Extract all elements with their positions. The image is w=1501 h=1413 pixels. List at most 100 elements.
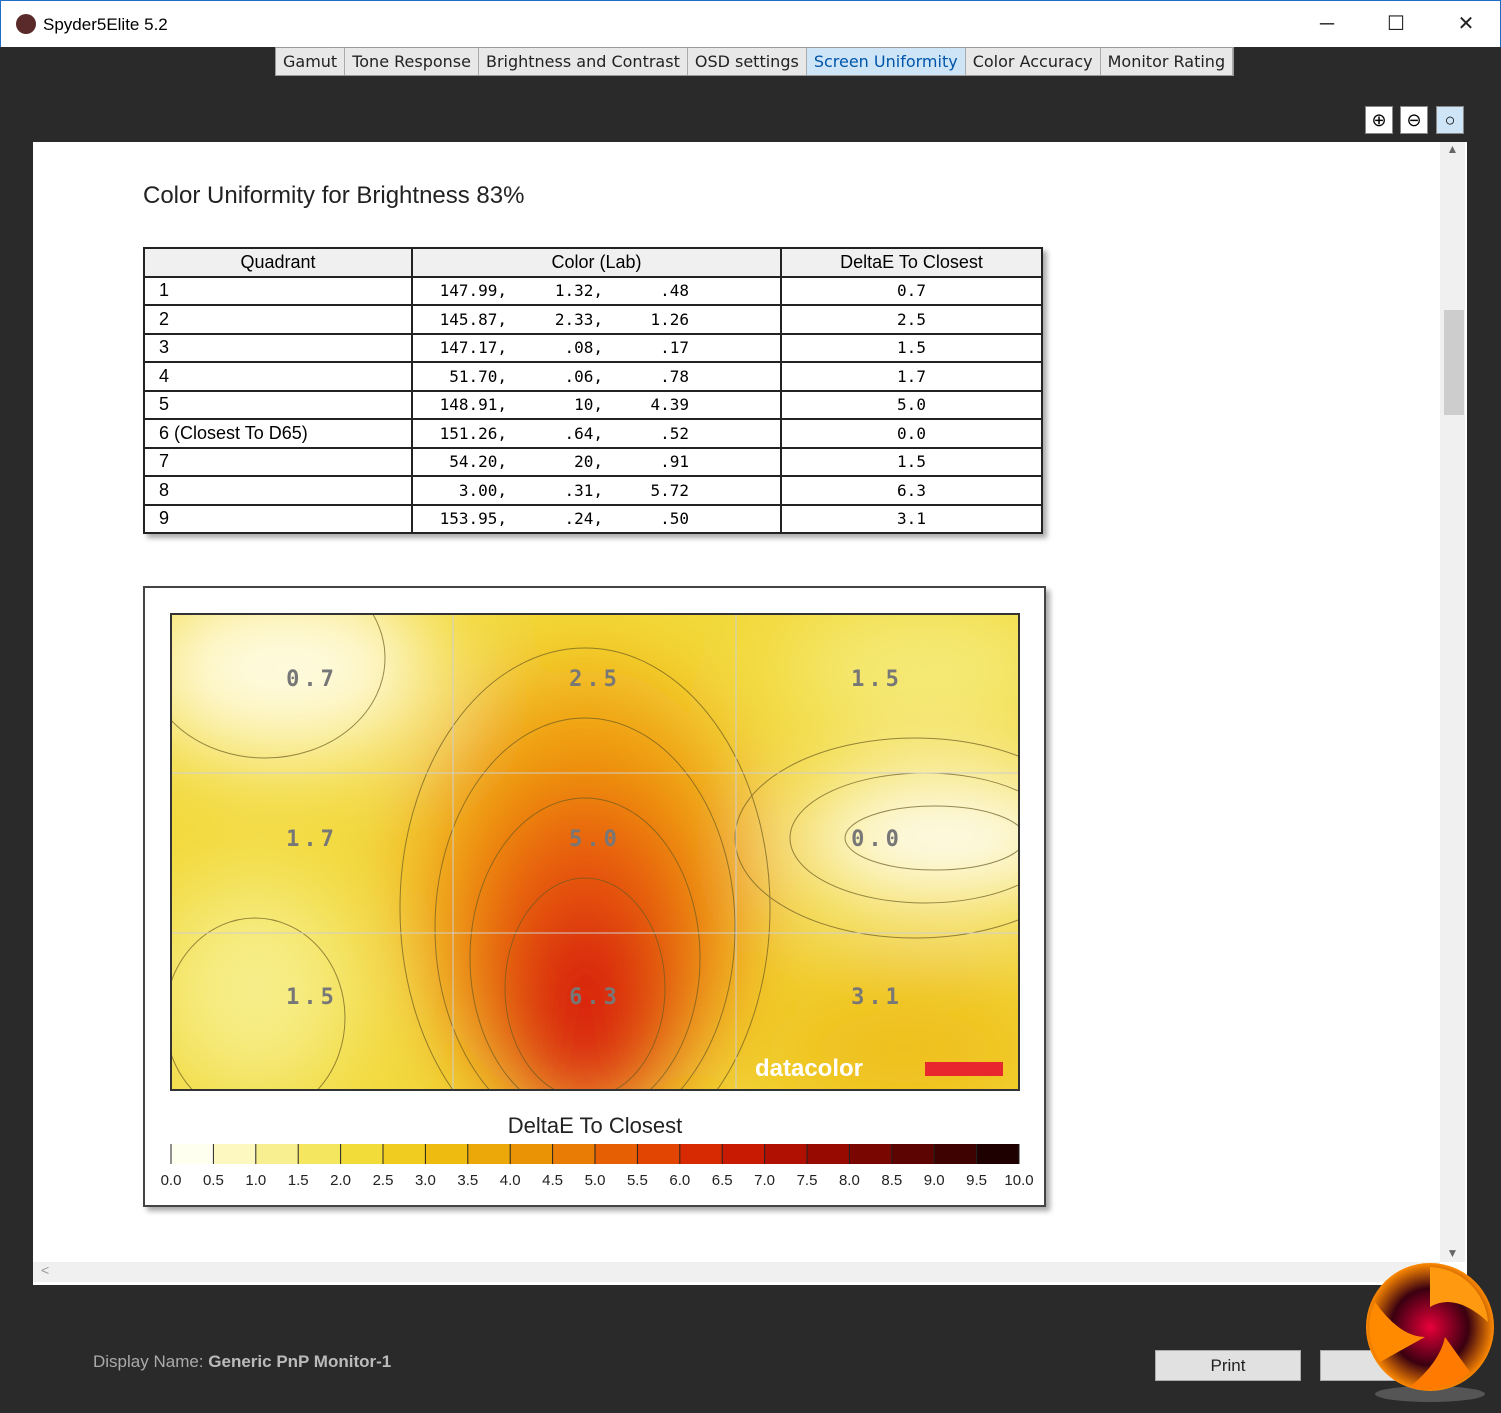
- display-name-value: Generic PnP Monitor-1: [208, 1352, 392, 1371]
- colorbar-tick-label: 1.5: [288, 1172, 309, 1189]
- colorbar-segment: [934, 1144, 978, 1164]
- deltae-cell: 3.1: [780, 503, 1043, 534]
- colorbar-tick-label: 4.0: [500, 1172, 521, 1189]
- zoom-in-icon[interactable]: ⊕: [1365, 106, 1393, 134]
- deltae-cell: 5.0: [780, 389, 1043, 420]
- colorbar-segment: [764, 1144, 808, 1164]
- lab-cell: 51.70, .06, .78: [411, 361, 782, 392]
- minimize-button[interactable]: ─: [1304, 9, 1350, 39]
- maximize-button[interactable]: ☐: [1373, 9, 1419, 39]
- colorbar-tick-label: 2.0: [330, 1172, 351, 1189]
- col-quadrant: Quadrant: [143, 247, 413, 278]
- scrollbar-thumb[interactable]: [1444, 310, 1464, 415]
- lab-cell: 3.00, .31, 5.72: [411, 475, 782, 506]
- cell-value-label: 1.5: [851, 667, 903, 692]
- colorbar-segment: [383, 1144, 426, 1164]
- colorbar-tick-label: 1.0: [245, 1172, 266, 1189]
- report-heading: Color Uniformity for Brightness 83%: [143, 182, 525, 209]
- close-button[interactable]: ✕: [1443, 9, 1489, 39]
- lab-a: .64,: [564, 423, 603, 443]
- cell-value-label: 5.0: [569, 827, 621, 852]
- horizontal-scrollbar[interactable]: <: [33, 1262, 1440, 1282]
- deltae-cell: 6.3: [780, 475, 1043, 506]
- lab-b: .48: [660, 281, 689, 301]
- lab-l: 147.17,: [439, 338, 507, 358]
- print-button[interactable]: Print: [1155, 1350, 1301, 1381]
- lab-l: 54.20,: [449, 452, 507, 472]
- table-row: 5 148.91, 10, 4.39 5.0: [143, 389, 1043, 420]
- watermark-bar: [925, 1062, 1003, 1076]
- uniformity-table: Quadrant Color (Lab) DeltaE To Closest 1…: [143, 247, 1043, 534]
- spyder-logo: [1366, 1263, 1494, 1402]
- lab-a: .08,: [564, 338, 603, 358]
- colorbar-segment: [467, 1144, 511, 1164]
- cell-value-label: 0.0: [851, 827, 903, 852]
- table-row: 7 54.20, 20, .91 1.5: [143, 446, 1043, 477]
- zoom-out-icon[interactable]: ⊖: [1400, 106, 1428, 134]
- colorbar-segment: [807, 1144, 850, 1164]
- colorbar-tick-label: 9.0: [924, 1172, 945, 1189]
- lab-l: 148.91,: [439, 395, 507, 415]
- quadrant-cell: 3: [143, 332, 413, 363]
- colorbar-segment: [976, 1144, 1020, 1164]
- tab-screen-uniformity[interactable]: Screen Uniformity: [806, 48, 966, 75]
- colorbar-segment: [171, 1144, 214, 1164]
- colorbar-segment: [213, 1144, 257, 1164]
- lab-cell: 54.20, 20, .91: [411, 446, 782, 477]
- colorbar-tick-label: 0.0: [161, 1172, 182, 1189]
- colorbar-tick-label: 0.5: [203, 1172, 224, 1189]
- quadrant-cell: 5: [143, 389, 413, 420]
- display-name: Display Name: Generic PnP Monitor-1: [93, 1352, 391, 1372]
- colorbar-tick-label: 5.0: [585, 1172, 606, 1189]
- tab-color-accuracy[interactable]: Color Accuracy: [966, 48, 1101, 75]
- colorbar-segment: [425, 1144, 469, 1164]
- lab-a: .06,: [564, 366, 603, 386]
- colorbar-segment: [679, 1144, 723, 1164]
- quadrant-cell: 7: [143, 446, 413, 477]
- title-bar: Spyder5Elite 5.2 ─ ☐ ✕: [0, 0, 1501, 47]
- quadrant-cell: 6 (Closest To D65): [143, 418, 413, 449]
- colorbar-segment: [510, 1144, 554, 1164]
- colorbar-tick-label: 6.0: [669, 1172, 690, 1189]
- lab-a: 20,: [574, 452, 603, 472]
- lab-b: .50: [660, 509, 689, 529]
- col-deltae: DeltaE To Closest: [780, 247, 1043, 278]
- col-color-lab: Color (Lab): [411, 247, 782, 278]
- cell-value-label: 6.3: [569, 985, 621, 1010]
- table-row: 2 145.87, 2.33, 1.26 2.5: [143, 304, 1043, 335]
- colorbar-tick-label: 8.0: [839, 1172, 860, 1189]
- lab-cell: 147.17, .08, .17: [411, 332, 782, 363]
- lab-l: 151.26,: [439, 423, 507, 443]
- display-name-label: Display Name:: [93, 1352, 204, 1371]
- table-row: 6 (Closest To D65) 151.26, .64, .52 0.0: [143, 418, 1043, 449]
- colorbar-title: DeltaE To Closest: [508, 1113, 682, 1138]
- cell-value-label: 3.1: [851, 985, 903, 1010]
- lab-a: 2.33,: [554, 309, 603, 329]
- lab-a: .31,: [564, 480, 603, 500]
- colorbar-segment: [722, 1144, 766, 1164]
- table-row: 1 147.99, 1.32, .48 0.7: [143, 275, 1043, 306]
- tab-tone-response[interactable]: Tone Response: [345, 48, 479, 75]
- quadrant-cell: 2: [143, 304, 413, 335]
- tab-gamut[interactable]: Gamut: [276, 48, 346, 75]
- colorbar-tick-label: 9.5: [966, 1172, 987, 1189]
- zoom-fit-icon[interactable]: ○: [1436, 106, 1464, 134]
- colorbar-tick-label: 10.0: [1004, 1172, 1033, 1189]
- lab-cell: 151.26, .64, .52: [411, 418, 782, 449]
- cell-value-label: 2.5: [569, 667, 621, 692]
- deltae-cell: 0.0: [780, 418, 1043, 449]
- tab-osd-settings[interactable]: OSD settings: [688, 48, 807, 75]
- tab-brightness-contrast[interactable]: Brightness and Contrast: [479, 48, 688, 75]
- tab-monitor-rating[interactable]: Monitor Rating: [1101, 48, 1234, 75]
- lab-l: 145.87,: [439, 309, 507, 329]
- deltae-cell: 0.7: [780, 275, 1043, 306]
- lab-cell: 147.99, 1.32, .48: [411, 275, 782, 306]
- lab-a: .24,: [564, 509, 603, 529]
- colorbar-tick-label: 6.5: [712, 1172, 733, 1189]
- lab-b: 4.39: [650, 395, 689, 415]
- lab-cell: 153.95, .24, .50: [411, 503, 782, 534]
- lab-l: 3.00,: [458, 480, 507, 500]
- quadrant-cell: 1: [143, 275, 413, 306]
- colorbar-tick-label: 3.5: [457, 1172, 478, 1189]
- colorbar-tick-label: 8.5: [881, 1172, 902, 1189]
